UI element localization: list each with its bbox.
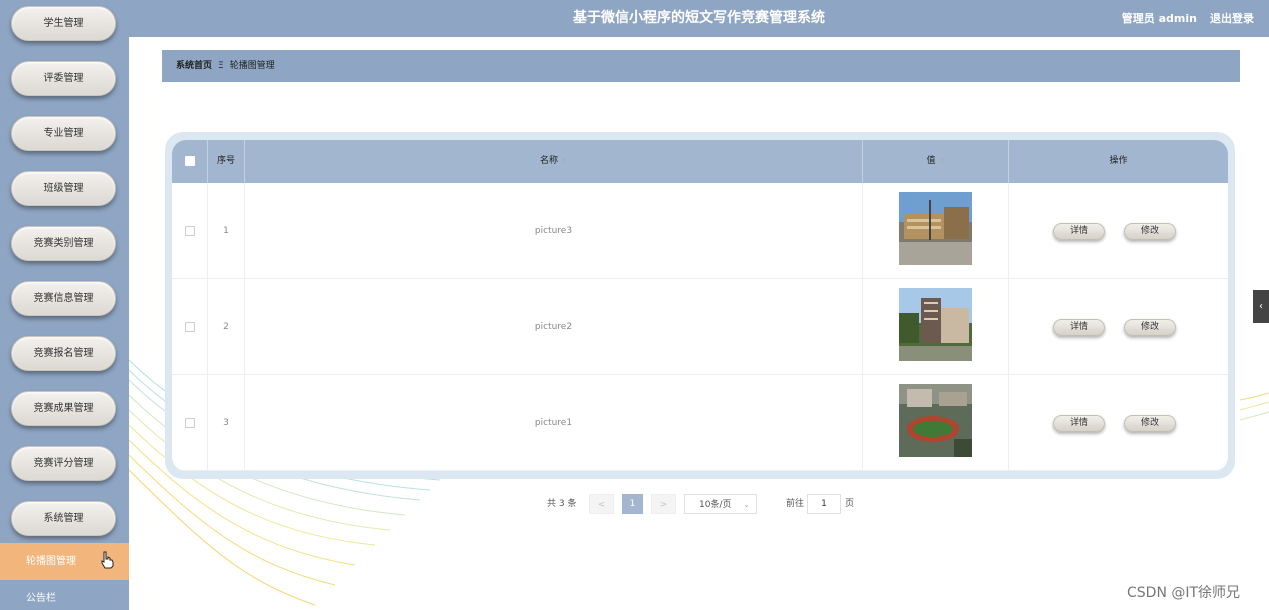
row-select-cell [172, 183, 208, 279]
sidebar-item-competition-scoring[interactable]: 竞赛评分管理 [11, 446, 116, 481]
detail-button[interactable]: 详情 [1053, 223, 1105, 240]
row-actions: 详情 修改 [1009, 279, 1228, 375]
row-index: 3 [208, 375, 245, 471]
carousel-image-thumbnail [899, 192, 972, 265]
table-row: 1 picture3 详情 修改 [172, 183, 1228, 279]
row-value-cell [863, 279, 1009, 375]
sidebar-item-judges[interactable]: 评委管理 [11, 61, 116, 96]
pagination-total: 共 3 条 [547, 499, 577, 509]
breadcrumb-home[interactable]: 系统首页 [176, 61, 212, 71]
sort-icon[interactable]: ⇳ [561, 157, 567, 165]
pagination-page-1[interactable]: 1 [622, 494, 643, 514]
sidebar: 学生管理 评委管理 专业管理 班级管理 竞赛类别管理 竞赛信息管理 竞赛报名管理… [0, 0, 129, 610]
carousel-image-thumbnail [899, 288, 972, 361]
column-index: 序号 [208, 140, 245, 183]
column-actions: 操作 [1109, 156, 1128, 166]
row-index: 1 [208, 183, 245, 279]
current-user: 管理员 admin [1121, 12, 1197, 25]
row-value-cell [863, 183, 1009, 279]
edit-button[interactable]: 修改 [1124, 415, 1176, 432]
detail-button[interactable]: 详情 [1053, 415, 1105, 432]
sidebar-item-notices[interactable]: 公告栏 [0, 588, 129, 610]
sidebar-item-competition-results[interactable]: 竞赛成果管理 [11, 391, 116, 426]
row-index: 2 [208, 279, 245, 375]
row-value-cell [863, 375, 1009, 471]
edit-button[interactable]: 修改 [1124, 223, 1176, 240]
data-table: 序号 名称 ⇳ 值 ⇳ 操作 1 picture3 详情 修改 2 pictur… [172, 140, 1228, 471]
collapse-panel-toggle[interactable]: ‹ [1253, 290, 1269, 323]
row-actions: 详情 修改 [1009, 375, 1228, 471]
page-size-value: 10条/页 [699, 500, 732, 510]
row-checkbox[interactable] [184, 417, 195, 428]
column-name[interactable]: 名称 ⇳ [245, 140, 863, 183]
sidebar-item-competition-info[interactable]: 竞赛信息管理 [11, 281, 116, 316]
breadcrumb-current: 轮播图管理 [229, 61, 275, 71]
pagination-prev-button[interactable]: < [589, 494, 614, 514]
sort-icon[interactable]: ⇳ [939, 157, 945, 165]
column-value[interactable]: 值 ⇳ [863, 140, 1009, 183]
pagination-page-unit: 页 [845, 499, 855, 509]
row-name: picture3 [245, 183, 863, 279]
sidebar-item-majors[interactable]: 专业管理 [11, 116, 116, 151]
row-checkbox[interactable] [184, 321, 195, 332]
row-name: picture2 [245, 279, 863, 375]
app-title: 基于微信小程序的短文写作竞赛管理系统 [573, 10, 825, 26]
page-size-select[interactable]: 10条/页 ⌄ [684, 494, 757, 514]
sidebar-item-classes[interactable]: 班级管理 [11, 171, 116, 206]
breadcrumb: 系统首页 Ξ 轮播图管理 [162, 50, 1240, 82]
chevron-down-icon: ⌄ [743, 500, 750, 509]
row-select-cell [172, 279, 208, 375]
carousel-image-thumbnail [899, 384, 972, 457]
hand-pointer-icon [101, 551, 114, 569]
table-row: 2 picture2 详情 修改 [172, 279, 1228, 375]
top-header: 基于微信小程序的短文写作竞赛管理系统 管理员 admin 退出登录 [129, 0, 1269, 37]
column-name-label: 名称 [540, 156, 559, 166]
logout-link[interactable]: 退出登录 [1210, 0, 1254, 37]
detail-button[interactable]: 详情 [1053, 319, 1105, 336]
table-header: 序号 名称 ⇳ 值 ⇳ 操作 [172, 140, 1228, 183]
watermark: CSDN @IT徐师兄 [1127, 585, 1241, 601]
sidebar-item-competition-registration[interactable]: 竞赛报名管理 [11, 336, 116, 371]
row-actions: 详情 修改 [1009, 183, 1228, 279]
row-select-cell [172, 375, 208, 471]
table-row: 3 picture1 详情 修改 [172, 375, 1228, 471]
select-all-cell [172, 140, 208, 183]
pagination-goto-label: 前往 [786, 499, 805, 509]
pagination-goto-input[interactable] [807, 494, 841, 514]
sidebar-item-competition-categories[interactable]: 竞赛类别管理 [11, 226, 116, 261]
row-checkbox[interactable] [184, 225, 195, 236]
breadcrumb-separator: Ξ [218, 61, 224, 71]
column-value-label: 值 [926, 156, 936, 166]
edit-button[interactable]: 修改 [1124, 319, 1176, 336]
sidebar-item-system[interactable]: 系统管理 [11, 501, 116, 536]
pagination-next-button[interactable]: > [651, 494, 676, 514]
sidebar-item-students[interactable]: 学生管理 [11, 6, 116, 41]
select-all-checkbox[interactable] [184, 155, 195, 166]
chevron-left-icon: ‹ [1259, 301, 1263, 312]
row-name: picture1 [245, 375, 863, 471]
table-card: 序号 名称 ⇳ 值 ⇳ 操作 1 picture3 详情 修改 2 pictur… [165, 132, 1235, 479]
